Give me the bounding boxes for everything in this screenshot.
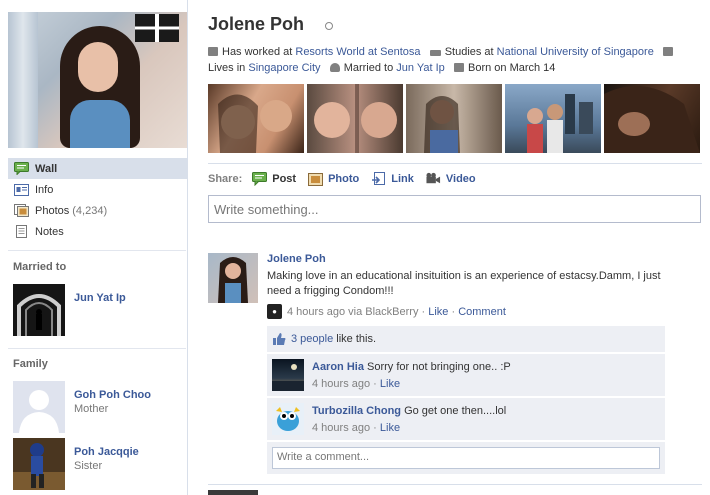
- nav-item-wall[interactable]: Wall: [8, 158, 187, 179]
- photo-thumbnail[interactable]: [604, 84, 700, 153]
- family-member-relation: Mother: [74, 403, 109, 415]
- blackberry-icon: ●: [267, 304, 282, 319]
- share-photo-tab[interactable]: Photo: [308, 172, 359, 186]
- status-composer-input[interactable]: Write something...: [208, 195, 701, 223]
- comment-timestamp: 4 hours ago: [312, 422, 371, 434]
- story-message: Making love in an educational insituitio…: [267, 270, 661, 297]
- share-bar: Share: Post Photo Link Video: [208, 170, 488, 188]
- story-meta: ● 4 hours ago via BlackBerry · Like · Co…: [267, 304, 506, 319]
- profile-name: Jolene Poh: [208, 14, 305, 34]
- share-post-tab[interactable]: Post: [252, 172, 296, 186]
- family-member-name[interactable]: Poh Jacqqie: [74, 446, 139, 458]
- next-story-photo[interactable]: [208, 490, 258, 495]
- info-icon: [14, 183, 29, 196]
- share-photo-label: Photo: [328, 173, 360, 185]
- divider: [208, 484, 702, 485]
- family-member-name[interactable]: Goh Poh Choo: [74, 389, 151, 401]
- feedback-box: 3 people like this. Aaron Hia Sorry for …: [267, 326, 665, 474]
- share-video-label: Video: [445, 173, 476, 185]
- link-icon: [371, 172, 386, 186]
- share-post-label: Post: [272, 173, 297, 185]
- nav-item-photos[interactable]: Photos (4,234): [8, 200, 187, 221]
- comment-text: Go get one then....lol: [404, 405, 507, 417]
- work-prefix: Has worked at: [222, 46, 293, 58]
- spouse-photo[interactable]: [13, 284, 65, 336]
- photo-count: (4,234): [72, 204, 108, 217]
- commenter-photo[interactable]: [272, 403, 304, 435]
- story-author-name[interactable]: Jolene Poh: [267, 253, 326, 265]
- comment-like-link[interactable]: Like: [380, 422, 400, 434]
- calendar-icon: [453, 63, 464, 72]
- share-link-label: Link: [391, 173, 414, 185]
- photo-thumbnail[interactable]: [307, 84, 403, 153]
- video-icon: [426, 172, 441, 186]
- commenter-name[interactable]: Aaron Hia: [312, 361, 364, 373]
- divider: [208, 163, 702, 164]
- nav-label: Notes: [35, 225, 64, 238]
- comment: Turbozilla Chong Go get one then....lol …: [267, 398, 665, 440]
- photo-thumbnail[interactable]: [505, 84, 601, 153]
- family-heading: Family: [13, 358, 48, 370]
- left-column: Wall Info Photos (4,234) Notes Married t…: [0, 0, 188, 495]
- wall-icon: [14, 162, 29, 175]
- story-author-photo[interactable]: [208, 253, 258, 303]
- comment-composer: Write a comment...: [267, 442, 665, 474]
- divider: [8, 348, 186, 349]
- photo-strip: [208, 84, 702, 153]
- married-heading: Married to: [13, 261, 67, 273]
- photo-thumbnail[interactable]: [406, 84, 502, 153]
- post-icon: [252, 172, 268, 186]
- comment-link[interactable]: Comment: [458, 306, 506, 318]
- notes-icon: [14, 225, 29, 238]
- birthday: Born on March 14: [467, 62, 556, 74]
- like-link[interactable]: Like: [428, 306, 448, 318]
- nav-label: Wall: [35, 162, 58, 175]
- photo-icon: [308, 172, 324, 186]
- comment-timestamp: 4 hours ago: [312, 378, 371, 390]
- share-link-tab[interactable]: Link: [371, 172, 414, 186]
- profile-nav: Wall Info Photos (4,234) Notes: [8, 158, 187, 242]
- studies-prefix: Studies at: [444, 46, 494, 58]
- profile-info: Has worked at Resorts World at Sentosa S…: [208, 44, 702, 76]
- thumbs-up-icon: [273, 333, 286, 345]
- likes-suffix: like this.: [336, 333, 377, 345]
- likes-row: 3 people like this.: [267, 326, 665, 352]
- family-member-photo[interactable]: [13, 438, 65, 490]
- comment: Aaron Hia Sorry for not bringing one.. :…: [267, 354, 665, 396]
- nav-label: Info: [35, 183, 54, 196]
- heart-icon: [329, 63, 340, 72]
- comment-input[interactable]: Write a comment...: [272, 447, 660, 469]
- online-status-icon: [325, 22, 333, 30]
- story-timestamp[interactable]: 4 hours ago via BlackBerry: [287, 306, 418, 318]
- nav-item-info[interactable]: Info: [8, 179, 187, 200]
- briefcase-icon: [208, 47, 218, 56]
- photos-icon: [14, 204, 29, 217]
- lives-prefix: Lives in: [208, 62, 246, 74]
- divider: [8, 250, 186, 251]
- commenter-photo[interactable]: [272, 359, 304, 391]
- nav-item-notes[interactable]: Notes: [8, 221, 187, 242]
- graduation-cap-icon: [429, 50, 441, 56]
- house-icon: [662, 47, 673, 56]
- spouse-link[interactable]: Jun Yat Ip: [396, 62, 445, 74]
- share-video-tab[interactable]: Video: [426, 172, 476, 186]
- comment-like-link[interactable]: Like: [380, 378, 400, 390]
- nav-label: Photos: [35, 204, 70, 217]
- likers-link[interactable]: 3 people: [291, 333, 333, 345]
- commenter-name[interactable]: Turbozilla Chong: [312, 405, 401, 417]
- married-prefix: Married to: [343, 62, 394, 74]
- spouse-name[interactable]: Jun Yat Ip: [74, 292, 126, 304]
- comment-text: Sorry for not bringing one.. :P: [367, 361, 511, 373]
- work-link[interactable]: Resorts World at Sentosa: [295, 46, 420, 58]
- default-avatar[interactable]: [13, 381, 65, 433]
- family-member-relation: Sister: [74, 460, 103, 472]
- profile-picture[interactable]: [8, 12, 187, 148]
- school-link[interactable]: National University of Singapore: [497, 46, 654, 58]
- city-link[interactable]: Singapore City: [248, 62, 320, 74]
- photo-thumbnail[interactable]: [208, 84, 304, 153]
- share-label: Share:: [208, 173, 243, 185]
